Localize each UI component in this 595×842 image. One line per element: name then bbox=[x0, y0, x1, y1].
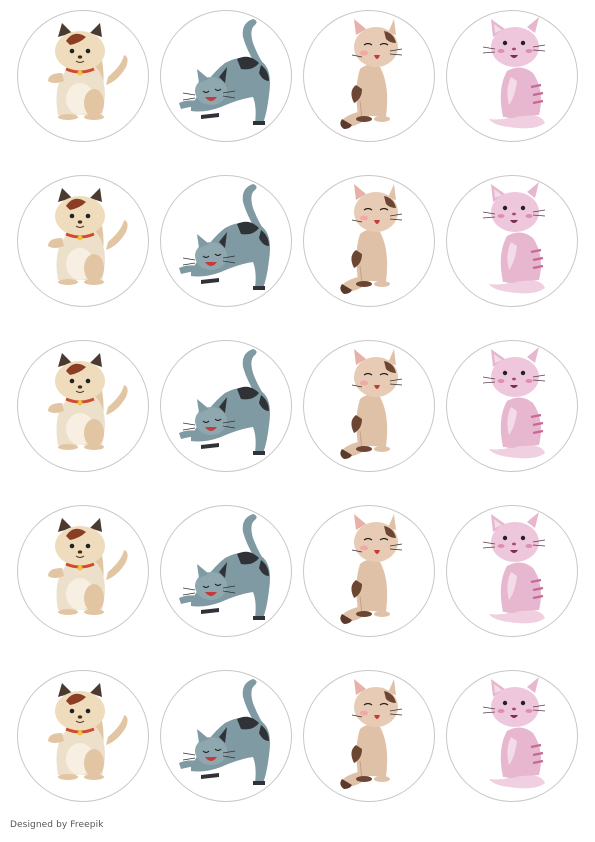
cream-cat-waving-icon bbox=[46, 516, 130, 617]
sticker-sheet bbox=[0, 0, 595, 842]
cream-cat-waving-icon bbox=[46, 681, 130, 782]
tan-cat-sitting-icon bbox=[339, 18, 403, 130]
sticker-gray-cat-stretching bbox=[160, 175, 292, 307]
sticker-cream-cat-waving bbox=[17, 505, 149, 637]
sticker-cream-cat-waving bbox=[17, 340, 149, 472]
sticker-pink-cat-sitting bbox=[446, 505, 578, 637]
gray-cat-stretching-icon bbox=[178, 678, 271, 786]
tan-cat-sitting-icon bbox=[339, 513, 403, 625]
sticker-tan-cat-sitting-eyes-closed bbox=[303, 10, 435, 142]
pink-cat-sitting-icon bbox=[481, 345, 547, 460]
gray-cat-stretching-icon bbox=[178, 183, 271, 291]
sticker-gray-cat-stretching bbox=[160, 10, 292, 142]
sticker-pink-cat-sitting bbox=[446, 175, 578, 307]
sticker-cream-cat-waving bbox=[17, 10, 149, 142]
sticker-gray-cat-stretching bbox=[160, 670, 292, 802]
sticker-tan-cat-sitting-eyes-closed bbox=[303, 175, 435, 307]
sticker-gray-cat-stretching bbox=[160, 340, 292, 472]
cream-cat-waving-icon bbox=[46, 21, 130, 122]
pink-cat-sitting-icon bbox=[481, 510, 547, 625]
pink-cat-sitting-icon bbox=[481, 675, 547, 790]
designer-credit: Designed by Freepik bbox=[10, 820, 104, 830]
pink-cat-sitting-icon bbox=[481, 15, 547, 130]
sticker-tan-cat-sitting-eyes-closed bbox=[303, 670, 435, 802]
sticker-tan-cat-sitting-eyes-closed bbox=[303, 505, 435, 637]
tan-cat-sitting-icon bbox=[339, 348, 403, 460]
sticker-pink-cat-sitting bbox=[446, 10, 578, 142]
gray-cat-stretching-icon bbox=[178, 513, 271, 621]
sticker-pink-cat-sitting bbox=[446, 340, 578, 472]
tan-cat-sitting-icon bbox=[339, 183, 403, 295]
tan-cat-sitting-icon bbox=[339, 678, 403, 790]
cream-cat-waving-icon bbox=[46, 186, 130, 287]
sticker-gray-cat-stretching bbox=[160, 505, 292, 637]
sticker-cream-cat-waving bbox=[17, 670, 149, 802]
sticker-cream-cat-waving bbox=[17, 175, 149, 307]
sticker-tan-cat-sitting-eyes-closed bbox=[303, 340, 435, 472]
gray-cat-stretching-icon bbox=[178, 18, 271, 126]
cream-cat-waving-icon bbox=[46, 351, 130, 452]
pink-cat-sitting-icon bbox=[481, 180, 547, 295]
gray-cat-stretching-icon bbox=[178, 348, 271, 456]
sticker-pink-cat-sitting bbox=[446, 670, 578, 802]
